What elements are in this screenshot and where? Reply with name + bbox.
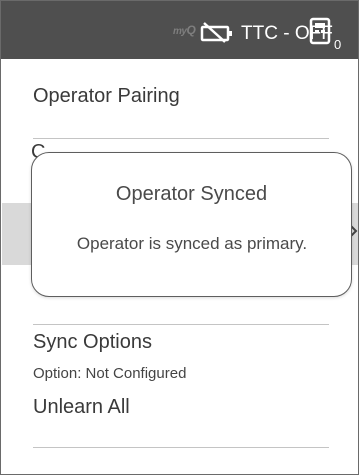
battery-off-icon <box>200 22 232 43</box>
remote-count: 0 <box>334 37 342 52</box>
menu-item-unlearn-all[interactable]: Unlearn All <box>33 396 353 419</box>
brand-small: my <box>173 26 187 37</box>
divider <box>33 324 329 325</box>
dialog-title: Operator Synced <box>115 183 268 205</box>
menu-item-operator-pairing[interactable]: Operator Pairing <box>33 85 353 108</box>
divider <box>33 138 329 139</box>
brand-logo: myQ <box>173 23 196 37</box>
operator-synced-dialog[interactable]: Operator Synced Operator is synced as pr… <box>31 152 352 297</box>
divider <box>33 447 329 448</box>
dialog-message: Operator is synced as primary. <box>76 234 308 253</box>
menu-item-sync-options[interactable]: Sync Options <box>33 331 353 354</box>
remote-icon <box>309 17 331 45</box>
device-screen: myQ TTC - OFF 0 Operator Pairing C C C S… <box>0 0 359 475</box>
sync-options-sub-label: Option: Not Configured <box>33 365 187 382</box>
brand-big: Q <box>186 23 196 37</box>
status-bar: myQ TTC - OFF 0 <box>1 1 358 59</box>
